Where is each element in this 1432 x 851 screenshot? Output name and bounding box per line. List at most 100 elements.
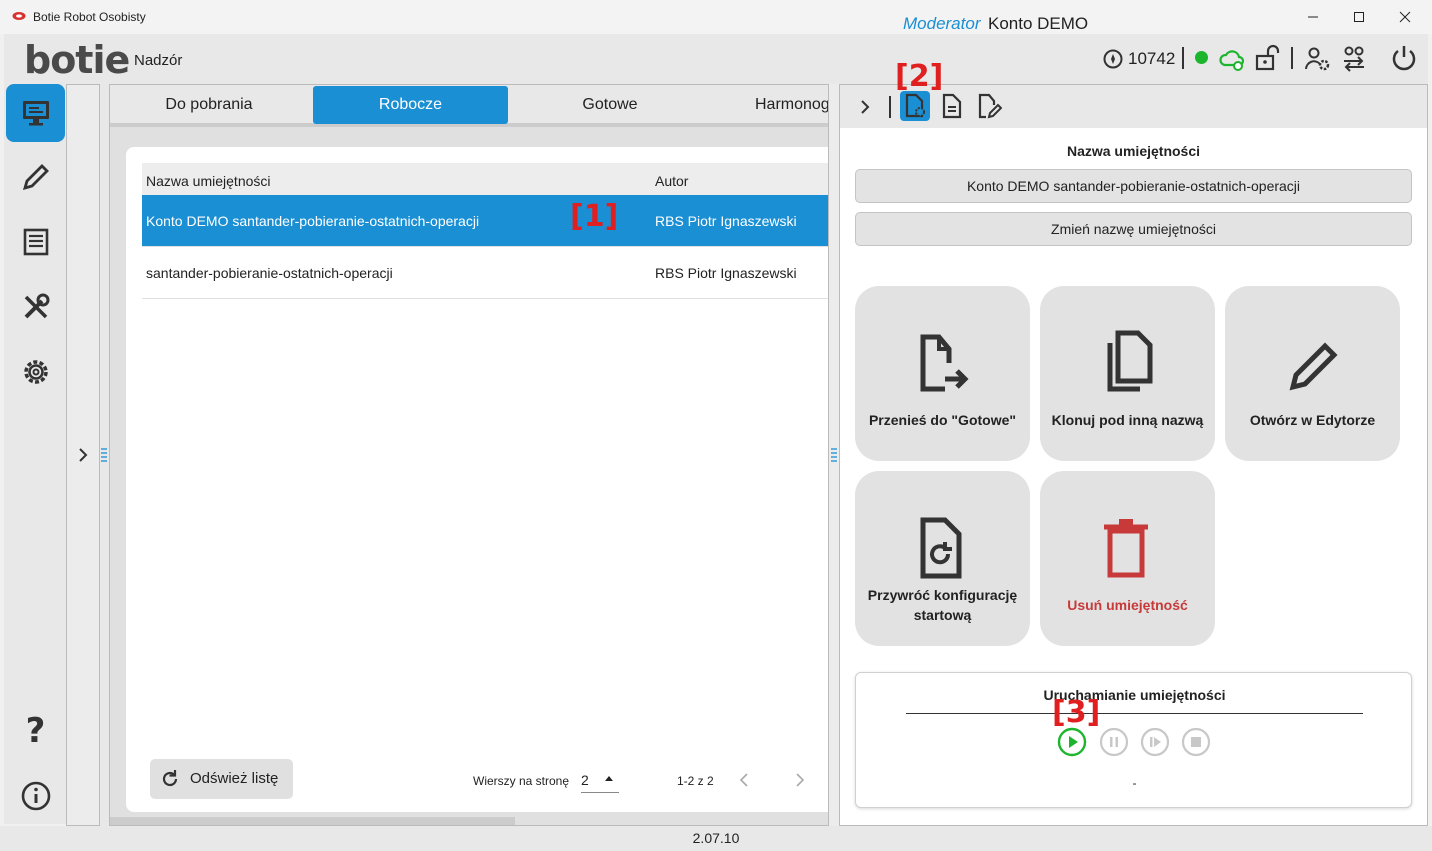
minimize-button[interactable] bbox=[1290, 0, 1336, 34]
run-skill-box: Uruchamianie umiejętności - bbox=[855, 672, 1412, 808]
play-button[interactable] bbox=[1057, 727, 1087, 757]
table-row[interactable]: santander-pobieranie-ostatnich-operacji … bbox=[142, 247, 828, 299]
app-header: botie Nadzór bbox=[4, 34, 1428, 84]
rename-skill-button[interactable]: Zmień nazwę umiejętności bbox=[855, 212, 1412, 246]
skills-panel: Do pobrania Robocze Gotowe Harmonogram N… bbox=[109, 84, 829, 826]
nav-settings-button[interactable] bbox=[6, 343, 65, 401]
skill-name-field[interactable]: Konto DEMO santander-pobieranie-ostatnic… bbox=[855, 169, 1412, 203]
caret-up-icon bbox=[605, 776, 613, 781]
skill-edit-tool[interactable] bbox=[974, 91, 1004, 121]
marker-3: [3] bbox=[1052, 695, 1101, 730]
step-button[interactable] bbox=[1140, 727, 1170, 757]
botie-logo: botie bbox=[24, 38, 130, 82]
user-settings-icon[interactable] bbox=[1304, 45, 1332, 73]
rows-per-page-select[interactable]: 2 bbox=[581, 769, 619, 793]
skills-table-card: Nazwa umiejętności Autor Konto DEMO sant… bbox=[126, 147, 828, 812]
header-divider bbox=[1182, 47, 1184, 69]
chevron-right-icon bbox=[79, 448, 88, 462]
status-indicator bbox=[1195, 51, 1208, 64]
window-title: Botie Robot Osobisty bbox=[33, 10, 146, 24]
row-skill-name: Konto DEMO santander-pobieranie-ostatnic… bbox=[146, 213, 480, 229]
pagination-range: 1-2 z 2 bbox=[677, 774, 714, 788]
tab-robocze[interactable]: Robocze bbox=[313, 86, 508, 124]
pencil-icon bbox=[1289, 342, 1338, 391]
column-header-author[interactable]: Autor bbox=[655, 173, 688, 189]
left-navigation: ? bbox=[4, 84, 66, 824]
credits-count: 10742 bbox=[1128, 49, 1176, 68]
nav-info-button[interactable] bbox=[6, 767, 65, 825]
page-title: Nadzór bbox=[134, 52, 183, 69]
help-icon: ? bbox=[25, 711, 46, 751]
power-icon[interactable] bbox=[1390, 44, 1418, 72]
trash-icon bbox=[1104, 519, 1148, 578]
tile-label: Usuń umiejętność bbox=[1067, 597, 1188, 613]
tab-do-pobrania[interactable]: Do pobrania bbox=[110, 86, 308, 124]
app-version: 2.07.10 bbox=[692, 830, 740, 846]
cloud-sync-icon[interactable] bbox=[1218, 45, 1246, 73]
tile-label-line2: startową bbox=[913, 607, 972, 623]
move-to-ready-button[interactable]: Przenieś do "Gotowe" bbox=[855, 286, 1030, 461]
prev-page-icon[interactable] bbox=[739, 773, 749, 787]
delete-skill-button[interactable]: Usuń umiejętność bbox=[1040, 471, 1215, 646]
app-footer: 2.07.10 bbox=[0, 826, 1432, 851]
run-progress-line bbox=[906, 713, 1363, 714]
skill-detail-panel: [2] Nazwa umiejętności Konto DEMO santan… bbox=[839, 59, 1428, 826]
close-button[interactable] bbox=[1382, 0, 1428, 34]
app-logo-icon bbox=[12, 12, 26, 20]
column-header-name[interactable]: Nazwa umiejętności bbox=[146, 173, 271, 189]
nav-collapse-strip[interactable] bbox=[66, 84, 100, 826]
maximize-icon bbox=[1354, 12, 1364, 22]
file-settings-icon bbox=[905, 93, 925, 118]
account-name: Konto DEMO bbox=[988, 14, 1089, 33]
rows-per-page-value: 2 bbox=[581, 772, 589, 788]
tab-harmonogram[interactable]: Harmonogram bbox=[755, 86, 828, 124]
step-icon bbox=[1140, 727, 1170, 757]
unlock-icon[interactable] bbox=[1253, 44, 1281, 72]
file-edit-icon bbox=[978, 93, 1002, 119]
nav-tools-button[interactable] bbox=[6, 278, 65, 336]
skill-settings-tool[interactable] bbox=[900, 91, 930, 121]
refresh-list-button[interactable]: Odśwież listę bbox=[150, 759, 293, 799]
skill-document-tool[interactable] bbox=[937, 91, 967, 121]
pause-icon bbox=[1099, 727, 1129, 757]
drag-handle-icon bbox=[101, 448, 107, 462]
tools-icon bbox=[24, 293, 49, 319]
table-row[interactable]: Konto DEMO santander-pobieranie-ostatnic… bbox=[142, 195, 828, 247]
stop-button[interactable] bbox=[1181, 727, 1211, 757]
users-exchange-icon[interactable] bbox=[1340, 44, 1368, 72]
rows-per-page-label: Wierszy na stronę bbox=[473, 774, 570, 788]
maximize-button[interactable] bbox=[1336, 0, 1382, 34]
refresh-label: Odśwież listę bbox=[190, 770, 279, 787]
clone-skill-button[interactable]: Klonuj pod inną nazwą bbox=[1040, 286, 1215, 461]
copy-icon bbox=[1107, 330, 1153, 392]
tile-label: Otwórz w Edytorze bbox=[1249, 412, 1376, 428]
nav-editor-button[interactable] bbox=[6, 148, 65, 206]
tile-label: Klonuj pod inną nazwą bbox=[1051, 412, 1204, 428]
row-author: RBS Piotr Ignaszewski bbox=[655, 265, 797, 281]
toolbar-divider bbox=[889, 96, 891, 118]
table-header: Nazwa umiejętności Autor bbox=[142, 163, 828, 197]
list-icon bbox=[23, 228, 48, 256]
next-page-icon[interactable] bbox=[795, 773, 805, 787]
row-skill-name: santander-pobieranie-ostatnich-operacji bbox=[146, 265, 393, 281]
marker-2: [2] bbox=[895, 59, 944, 94]
right-splitter-handle[interactable] bbox=[829, 84, 839, 826]
restore-config-button[interactable]: Przywróć konfigurację startową bbox=[855, 471, 1030, 646]
drag-handle-icon bbox=[831, 448, 837, 462]
pause-button[interactable] bbox=[1099, 727, 1129, 757]
nav-monitor-button[interactable] bbox=[6, 84, 65, 142]
monitor-icon bbox=[22, 101, 49, 126]
run-title: Uruchamianie umiejętności bbox=[1043, 687, 1226, 703]
horizontal-scrollbar[interactable] bbox=[110, 817, 515, 825]
tab-gotowe[interactable]: Gotowe bbox=[510, 86, 710, 124]
nav-list-button[interactable] bbox=[6, 213, 65, 271]
nav-help-button[interactable]: ? bbox=[6, 702, 65, 760]
tile-label-line1: Przywróć konfigurację bbox=[867, 587, 1018, 603]
header-divider-2 bbox=[1291, 47, 1293, 69]
tile-label: Przenieś do "Gotowe" bbox=[868, 412, 1017, 428]
open-in-editor-button[interactable]: Otwórz w Edytorze bbox=[1225, 286, 1400, 461]
file-restore-icon bbox=[920, 517, 962, 579]
skill-name-title: Nazwa umiejętności bbox=[1066, 143, 1201, 159]
collapse-panel-icon[interactable] bbox=[859, 99, 871, 115]
marker-1: [1] bbox=[570, 199, 619, 234]
